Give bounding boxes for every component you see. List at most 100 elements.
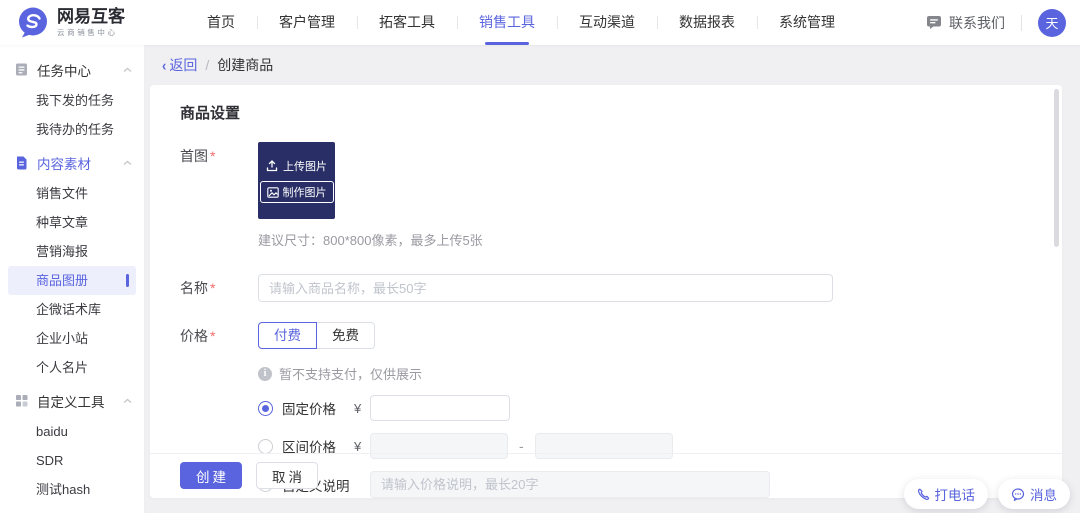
main-nav: 首页 客户管理 拓客工具 销售工具 互动渠道 数据报表 系统管理	[185, 0, 857, 45]
cover-image-label-text: 首图	[180, 148, 208, 164]
chevron-up-icon	[123, 160, 132, 165]
price-notice: i 暂不支持支付，仅供展示	[258, 364, 770, 383]
sidebar-group-custom-tools[interactable]: 自定义工具	[0, 384, 144, 417]
price-label-text: 价格	[180, 328, 208, 344]
message-icon	[1011, 487, 1025, 501]
cancel-button[interactable]: 取消	[256, 462, 318, 489]
create-button[interactable]: 创建	[180, 462, 242, 489]
fixed-price-radio[interactable]	[258, 400, 273, 416]
brand-name: 网易互客	[57, 7, 125, 26]
info-icon: i	[258, 366, 272, 381]
sidebar-item-tasks-todo[interactable]: 我待办的任务	[8, 115, 136, 144]
main-content: ‹ 返回 / 创建商品 商品设置 首图 * 上传图片 制作图片 建议尺寸：800…	[145, 45, 1080, 513]
header-right: 联系我们 天	[926, 8, 1066, 37]
nav-item-system[interactable]: 系统管理	[757, 0, 857, 45]
nav-item-customers[interactable]: 客户管理	[257, 0, 357, 45]
brand-logo[interactable]: 网易互客 云商销售中心	[18, 7, 125, 38]
breadcrumb-current: 创建商品	[217, 57, 274, 73]
phone-icon	[917, 488, 929, 500]
currency-symbol: ¥	[354, 400, 362, 416]
back-label: 返回	[169, 57, 198, 73]
product-name-row: 名称 *	[150, 274, 1062, 302]
make-image-button[interactable]: 制作图片	[259, 181, 334, 203]
cover-upload-box[interactable]: 上传图片 制作图片	[258, 142, 335, 219]
sidebar-item-test-hash[interactable]: 测试hash	[8, 475, 136, 504]
sidebar-item-product-album[interactable]: 商品图册	[8, 266, 136, 295]
upload-image-button[interactable]: 上传图片	[266, 158, 327, 174]
sidebar-group-task-center[interactable]: 任务中心	[0, 53, 144, 86]
cover-image-label: 首图 *	[180, 142, 258, 249]
sidebar: 任务中心 我下发的任务 我待办的任务 内容素材 销售文件 种草文章 营销海报 商…	[0, 45, 145, 513]
back-link[interactable]: ‹ 返回	[162, 55, 197, 75]
brand-subtitle: 云商销售中心	[57, 28, 118, 37]
price-type-toggle: 付费 免费	[258, 322, 770, 349]
sidebar-item-seeding-articles[interactable]: 种草文章	[8, 208, 136, 237]
range-price-radio[interactable]	[258, 438, 273, 454]
cover-image-row: 首图 * 上传图片 制作图片 建议尺寸：800*800像素，最多上传5张	[150, 142, 1062, 249]
user-avatar[interactable]: 天	[1038, 8, 1066, 37]
nav-item-prospecting[interactable]: 拓客工具	[357, 0, 457, 45]
product-name-input[interactable]	[258, 274, 833, 302]
document-icon	[17, 156, 27, 170]
sidebar-group-content-material[interactable]: 内容素材	[0, 146, 144, 179]
fixed-price-input[interactable]	[370, 395, 510, 421]
sidebar-item-sdr[interactable]: SDR	[8, 446, 136, 475]
message-button-label: 消息	[1030, 488, 1057, 503]
custom-price-input[interactable]	[370, 471, 770, 498]
fixed-price-row: 固定价格 ¥	[258, 395, 770, 421]
price-type-free-button[interactable]: 免费	[316, 322, 375, 349]
make-image-label: 制作图片	[282, 187, 327, 199]
currency-symbol: ¥	[354, 438, 362, 454]
header-divider	[1021, 14, 1022, 31]
sidebar-group-label: 自定义工具	[37, 394, 105, 410]
product-settings-card: 商品设置 首图 * 上传图片 制作图片 建议尺寸：800*800像素，最多上传5…	[150, 85, 1062, 498]
custom-price-row: 自定义说明	[258, 471, 770, 498]
chat-icon	[927, 16, 941, 29]
floating-actions: 打电话 消息	[903, 479, 1070, 509]
sidebar-group-label: 内容素材	[37, 156, 91, 172]
sidebar-item-personal-card[interactable]: 个人名片	[8, 353, 136, 382]
message-button[interactable]: 消息	[998, 479, 1070, 509]
breadcrumb: ‹ 返回 / 创建商品	[145, 45, 1080, 85]
card-scrollbar[interactable]	[1054, 89, 1059, 247]
brand-logo-icon	[19, 7, 47, 38]
range-price-row: 区间价格 ¥ -	[258, 433, 770, 459]
cover-image-control: 上传图片 制作图片 建议尺寸：800*800像素，最多上传5张	[258, 142, 483, 249]
sidebar-item-baidu[interactable]: baidu	[8, 417, 136, 446]
back-chevron-icon: ‹	[162, 56, 167, 74]
nav-item-reports[interactable]: 数据报表	[657, 0, 757, 45]
range-price-min-input[interactable]	[370, 433, 508, 459]
sidebar-item-sales-files[interactable]: 销售文件	[8, 179, 136, 208]
sidebar-item-wecom-scripts[interactable]: 企微话术库	[8, 295, 136, 324]
price-control: 付费 免费 i 暂不支持支付，仅供展示 固定价格 ¥ 区间价格 ¥ - 请输入价…	[258, 322, 770, 498]
product-name-label: 名称 *	[180, 274, 258, 302]
card-title: 商品设置	[180, 105, 241, 122]
sidebar-item-company-minisite[interactable]: 企业小站	[8, 324, 136, 353]
footer-divider	[150, 453, 1062, 454]
breadcrumb-separator: /	[205, 57, 210, 73]
grid-icon	[16, 395, 28, 407]
nav-item-channels[interactable]: 互动渠道	[557, 0, 657, 45]
range-separator: -	[519, 438, 524, 454]
upload-image-label: 上传图片	[283, 161, 327, 173]
form-actions: 创建 取消	[180, 462, 318, 489]
brand-text: 网易互客 云商销售中心	[57, 7, 125, 38]
required-mark: *	[210, 148, 216, 164]
tasks-icon	[16, 63, 27, 76]
range-price-max-input[interactable]	[534, 433, 673, 459]
nav-item-sales-tools[interactable]: 销售工具	[457, 0, 557, 45]
sidebar-group-label: 任务中心	[37, 63, 91, 79]
chevron-up-icon	[123, 67, 132, 72]
nav-item-home[interactable]: 首页	[185, 0, 257, 45]
contact-us-label: 联系我们	[949, 14, 1005, 31]
price-type-paid-button[interactable]: 付费	[258, 322, 317, 349]
sidebar-item-tasks-issued[interactable]: 我下发的任务	[8, 86, 136, 115]
chevron-up-icon	[123, 398, 132, 403]
sidebar-item-marketing-posters[interactable]: 营销海报	[8, 237, 136, 266]
cover-size-hint: 建议尺寸：800*800像素，最多上传5张	[258, 233, 483, 248]
call-button[interactable]: 打电话	[903, 479, 988, 509]
required-mark: *	[210, 280, 216, 296]
call-button-label: 打电话	[934, 488, 976, 503]
contact-us-button[interactable]: 联系我们	[926, 13, 1005, 33]
required-mark: *	[210, 328, 216, 344]
